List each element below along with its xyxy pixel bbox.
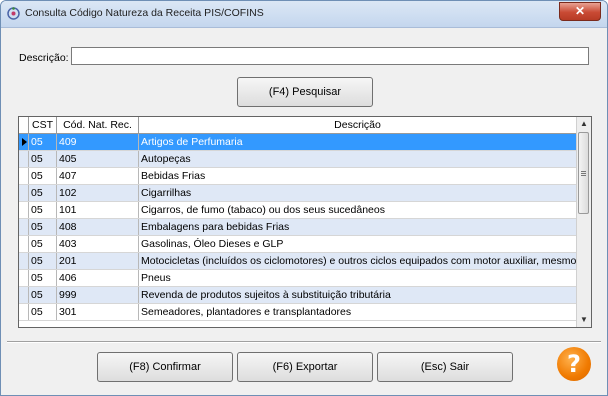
header-descricao[interactable]: Descrição: [139, 117, 577, 133]
search-button[interactable]: (F4) Pesquisar: [237, 77, 373, 107]
app-icon: [7, 7, 20, 20]
cell-cod: 301: [57, 304, 139, 320]
cell-descricao: Pneus: [139, 270, 577, 286]
row-indicator: [19, 168, 29, 184]
cell-cst: 05: [29, 253, 57, 269]
cell-descricao: Gasolinas, Óleo Dieses e GLP: [139, 236, 577, 252]
cell-cod: 101: [57, 202, 139, 218]
description-label: Descrição:: [19, 52, 69, 64]
grid-header: CST Cód. Nat. Rec. Descrição: [19, 117, 577, 134]
row-indicator: [19, 185, 29, 201]
row-indicator: [19, 151, 29, 167]
grip-line: [581, 171, 586, 172]
row-indicator: [19, 287, 29, 303]
table-row[interactable]: 05 406 Pneus: [19, 270, 577, 287]
cell-descricao: Motocicletas (incluídos os ciclomotores)…: [141, 253, 577, 269]
table-row[interactable]: 05 407 Bebidas Frias: [19, 168, 577, 185]
description-input[interactable]: [71, 47, 589, 65]
cell-descricao: Semeadores, plantadores e transplantador…: [139, 304, 577, 320]
close-button[interactable]: ✕: [559, 2, 601, 21]
cell-cst: 05: [29, 168, 57, 184]
table-row[interactable]: 05 201 Motocicletas (incluídos os ciclomot…: [19, 253, 577, 270]
cell-cod: 409: [57, 134, 139, 150]
table-row[interactable]: 05 405 Autopeças: [19, 151, 577, 168]
footer-separator: [7, 341, 601, 343]
grip-line: [581, 175, 586, 176]
export-button[interactable]: (F6) Exportar: [237, 352, 373, 382]
confirm-button[interactable]: (F8) Confirmar: [97, 352, 233, 382]
scroll-up-icon[interactable]: ▲: [577, 117, 591, 131]
row-indicator: [19, 219, 29, 235]
row-indicator: [19, 304, 29, 320]
vertical-scrollbar[interactable]: ▲ ▼: [576, 117, 591, 327]
cell-cod: 999: [57, 287, 139, 303]
results-grid[interactable]: CST Cód. Nat. Rec. Descrição 05 409 Artigo…: [18, 116, 592, 328]
confirm-button-label: (F8) Confirmar: [129, 361, 201, 373]
cell-cod: 201: [57, 253, 139, 269]
cell-cod: 406: [57, 270, 139, 286]
header-cod[interactable]: Cód. Nat. Rec.: [57, 117, 139, 133]
cell-descricao: Autopeças: [139, 151, 577, 167]
scroll-thumb[interactable]: [578, 132, 589, 214]
row-indicator: [19, 270, 29, 286]
cell-cst: 05: [29, 219, 57, 235]
cell-cst: 05: [29, 151, 57, 167]
dialog-window: Consulta Código Natureza da Receita PIS/…: [0, 0, 608, 396]
table-row[interactable]: 05 409 Artigos de Perfumaria: [19, 134, 577, 151]
cell-cst: 05: [29, 202, 57, 218]
row-indicator: [19, 202, 29, 218]
row-indicator: [19, 134, 29, 150]
table-row[interactable]: 05 999 Revenda de produtos sujeitos à subs…: [19, 287, 577, 304]
exit-button[interactable]: (Esc) Sair: [377, 352, 513, 382]
header-cst[interactable]: CST: [29, 117, 57, 133]
table-row[interactable]: 05 403 Gasolinas, Óleo Dieses e GLP: [19, 236, 577, 253]
cell-cst: 05: [29, 304, 57, 320]
title-bar[interactable]: Consulta Código Natureza da Receita PIS/…: [1, 1, 607, 28]
table-row[interactable]: 05 101 Cigarros, de fumo (tabaco) ou dos s…: [19, 202, 577, 219]
cell-cst: 05: [29, 270, 57, 286]
table-row[interactable]: 05 102 Cigarrilhas: [19, 185, 577, 202]
cell-cod: 407: [57, 168, 139, 184]
exit-button-label: (Esc) Sair: [420, 361, 470, 373]
header-indicator: [19, 117, 29, 133]
cell-cod: 102: [57, 185, 139, 201]
cell-cst: 05: [29, 134, 57, 150]
cell-cst: 05: [29, 185, 57, 201]
row-indicator: [19, 236, 29, 252]
cell-cst: 05: [29, 287, 57, 303]
cell-cod: 405: [57, 151, 139, 167]
grip-line: [581, 173, 586, 174]
export-button-label: (F6) Exportar: [272, 361, 338, 373]
current-row-arrow-icon: [22, 138, 27, 146]
cell-descricao: Bebidas Frias: [139, 168, 577, 184]
window-title: Consulta Código Natureza da Receita PIS/…: [25, 7, 264, 19]
table-row[interactable]: 05 408 Embalagens para bebidas Frias: [19, 219, 577, 236]
scroll-down-icon[interactable]: ▼: [577, 313, 591, 327]
search-button-label: (F4) Pesquisar: [268, 86, 342, 98]
row-indicator: [19, 253, 29, 269]
cell-descricao: Cigarros, de fumo (tabaco) ou dos seus s…: [139, 202, 577, 218]
cell-descricao: Cigarrilhas: [139, 185, 577, 201]
cell-descricao: Revenda de produtos sujeitos à substitui…: [139, 287, 577, 303]
cell-cst: 05: [29, 236, 57, 252]
cell-descricao: Artigos de Perfumaria: [139, 134, 577, 150]
table-row[interactable]: 05 301 Semeadores, plantadores e transplan…: [19, 304, 577, 321]
cell-cod: 403: [57, 236, 139, 252]
cell-cod: 408: [57, 219, 139, 235]
help-icon[interactable]: ?: [557, 347, 591, 381]
cell-descricao: Embalagens para bebidas Frias: [139, 219, 577, 235]
